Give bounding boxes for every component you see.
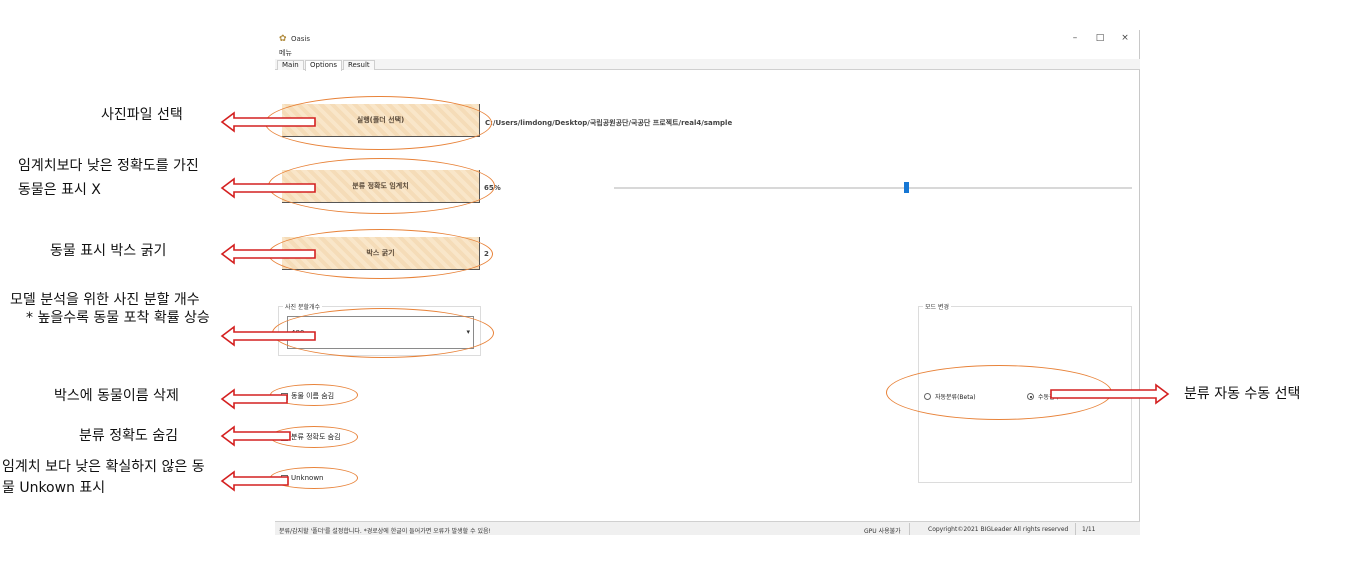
arrow-left-icon bbox=[220, 177, 316, 199]
annotation-threshold-line2: 동물은 표시 X bbox=[18, 182, 101, 198]
annotation-hide-accuracy: 분류 정확도 숨김 bbox=[79, 428, 179, 444]
annotation-unknown-line1: 임계치 보다 낮은 확실하지 않은 동 bbox=[2, 459, 205, 475]
arrow-left-icon bbox=[220, 325, 316, 347]
annotation-arrows bbox=[220, 111, 1170, 492]
arrow-left-icon bbox=[220, 425, 291, 447]
annotation-mode: 분류 자동 수동 선택 bbox=[1184, 386, 1301, 402]
arrow-left-icon bbox=[220, 111, 316, 133]
annotation-folder: 사진파일 선택 bbox=[101, 107, 183, 123]
arrow-left-icon bbox=[220, 388, 288, 410]
annotation-box: 동물 표시 박스 굵기 bbox=[50, 243, 167, 259]
annotation-split-line1: 모델 분석을 위한 사진 분할 개수 bbox=[10, 292, 200, 308]
annotation-unknown-line2: 물 Unkown 표시 bbox=[2, 480, 106, 496]
arrow-left-icon bbox=[220, 470, 289, 492]
arrow-left-icon bbox=[220, 243, 316, 265]
screenshot-canvas: ✿ Oasis – □ × 메뉴 Main Options Result 실행(… bbox=[0, 0, 1368, 561]
annotation-split-line2: * 높을수록 동물 포착 확률 상승 bbox=[26, 310, 210, 326]
annotation-threshold-line1: 임계치보다 낮은 정확도를 가진 bbox=[18, 158, 199, 174]
arrow-right-icon bbox=[1050, 383, 1170, 405]
annotation-hide-name: 박스에 동물이름 삭제 bbox=[54, 388, 179, 404]
